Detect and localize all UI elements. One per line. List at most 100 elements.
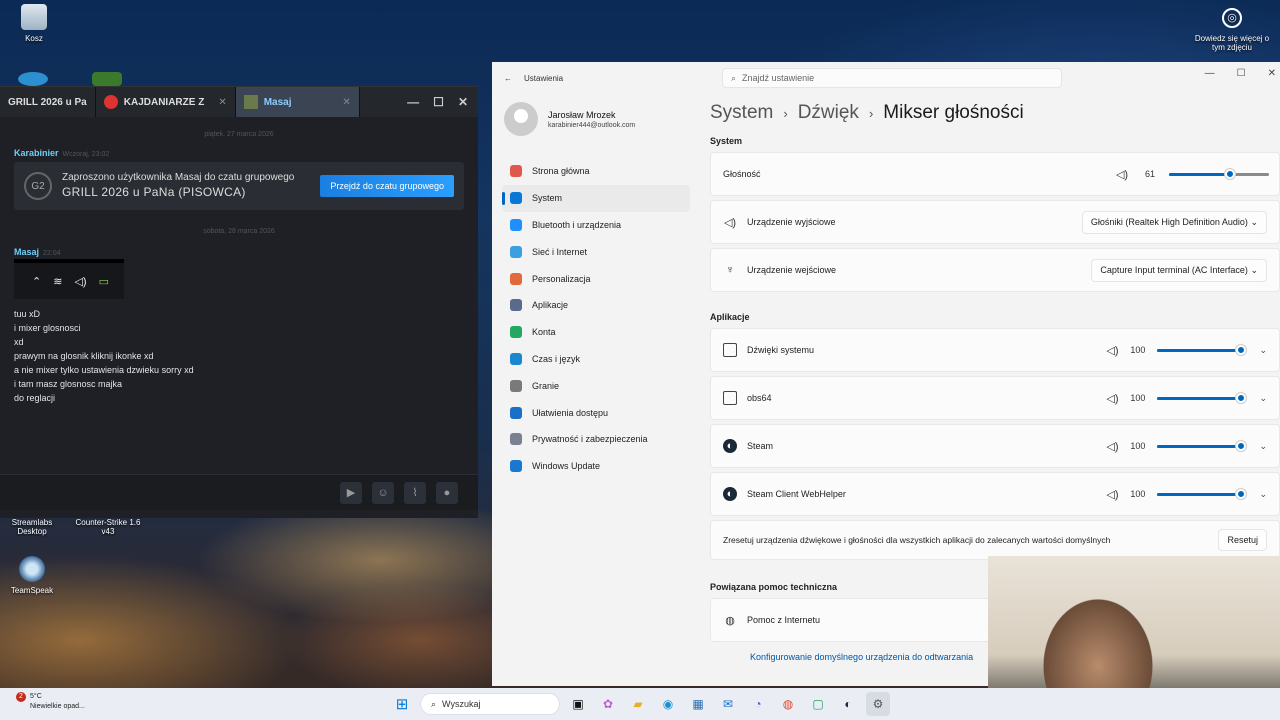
steam-icon[interactable]: ◐ [836,692,860,716]
breadcrumb-system[interactable]: System [710,102,773,124]
output-device-value: Głośniki (Realtek High Definition Audio) [1090,216,1248,227]
reset-row: Zresetuj urządzenia dźwiękowe i głośnośc… [710,520,1280,560]
settings-gear-icon[interactable]: ⚙ [866,692,890,716]
steam-icon: ◐ [723,487,737,501]
speaker-icon[interactable]: ◁) [1105,487,1119,501]
weather-temp: 5°C [30,693,42,700]
user-email: karabinier444@outlook.com [548,121,636,129]
app-volume-slider[interactable] [1157,344,1247,355]
screenshot-attachment[interactable]: ⌃ ≋ ◁) ▭ [14,259,124,299]
weather-widget[interactable]: 2 5°C Niewielkie opad... [12,692,85,712]
close-tab-icon[interactable]: ✕ [342,97,350,108]
input-device-value: Capture Input terminal (AC Interface) [1100,264,1248,275]
chevron-down-icon[interactable]: ⌄ [1259,345,1267,356]
group-avatar: G2 [24,172,52,200]
send-icon[interactable]: ▶ [340,481,362,504]
app-icon[interactable]: ▢ [806,692,830,716]
system-sounds-icon [723,343,737,357]
emoji-icon[interactable]: ☺ [372,481,394,504]
desktop-icon-label: Streamlabs Desktop [11,518,53,536]
chat-tab-masaj[interactable]: Masaj ✕ [235,87,360,117]
chat-input-bar[interactable]: ▶ ☺ ⌇ ● [0,474,478,510]
reset-text: Zresetuj urządzenia dźwiękowe i głośnośc… [723,535,1111,545]
date-separator: piątek, 27 marca 2026 [204,131,274,138]
file-explorer-icon[interactable]: ▰ [626,692,650,716]
network-icon [510,245,522,258]
learn-more-button[interactable]: ◎ Dowiedz się więcej o tym zdjęciu [1190,8,1274,52]
chat-tab-kajdaniarze[interactable]: KAJDANIARZE Z ✕ [96,87,236,117]
speaker-icon[interactable]: ◁) [1105,343,1119,357]
message-lines: tuu xD i mixer glosnosci xd prawym na gl… [0,307,478,405]
task-view-icon[interactable]: ▣ [566,692,590,716]
speaker-icon[interactable]: ◁) [1105,391,1119,405]
help-label: Pomoc z Internetu [747,615,821,625]
close-tab-icon[interactable]: ✕ [218,97,226,108]
start-icon[interactable]: ⊞ [390,692,414,716]
window-title: Ustawienia [524,73,564,83]
chevron-right-icon: › [783,105,788,121]
sidebar-item-system[interactable]: System [502,184,690,212]
sidebar-item-label: Konta [532,327,556,338]
mail-icon[interactable]: ✉ [716,692,740,716]
desktop-icon-partial[interactable] [18,72,48,86]
speaker-icon[interactable]: ◁) [1115,167,1129,181]
settings-search-input[interactable]: ⌕ Znajdź ustawienie [722,68,1062,88]
sidebar-item-granie[interactable]: Granie [502,372,690,399]
input-device-dropdown[interactable]: Capture Input terminal (AC Interface) ⌄ [1091,258,1267,282]
page-title: Mikser głośności [883,102,1024,123]
taskbar-search[interactable]: ⌕ Wyszukaj [420,693,560,715]
app-volume-slider[interactable] [1157,488,1247,499]
sidebar-item-ułatwienia-dostępu[interactable]: Ułatwienia dostępu [502,399,690,426]
go-to-group-chat-button[interactable]: Przejdź do czatu grupowego [320,175,454,197]
app-volume-row: ◐ Steam Client WebHelper ◁) 100 ⌄ [710,472,1280,516]
desktop-icon-teamspeak[interactable]: TeamSpeak [0,556,64,595]
back-arrow-icon[interactable]: ← [504,74,512,83]
app-volume-slider[interactable] [1157,392,1247,403]
sidebar-item-windows-update[interactable]: Windows Update [502,453,690,480]
voice-icon[interactable]: ● [436,481,458,504]
chevron-down-icon[interactable]: ⌄ [1259,441,1267,452]
desktop-icon-recycle-bin[interactable]: Kosz [2,4,66,43]
app-volume-slider[interactable] [1157,440,1247,451]
user-profile[interactable]: Jarosław Mrozek karabinier444@outlook.com [504,102,635,136]
sidebar-item-aplikacje[interactable]: Aplikacje [502,292,690,319]
sidebar-item-bluetooth-i-urządzenia[interactable]: Bluetooth i urządzenia [502,212,690,239]
message-line: do reglacji [14,393,56,403]
store-icon[interactable]: ▦ [686,692,710,716]
sidebar-item-konta[interactable]: Konta [502,319,690,346]
output-device-dropdown[interactable]: Głośniki (Realtek High Definition Audio)… [1081,210,1267,234]
apps-list: Dźwięki systemu ◁) 100 ⌄ obs64 ◁) 100 ⌄ ◐ Steam ◁)… [710,328,1280,516]
chat-tab-grill[interactable]: GRILL 2026 u Pa [0,87,96,117]
master-volume-slider[interactable] [1169,168,1269,179]
chevron-down-icon[interactable]: ⌄ [1259,489,1267,500]
copilot-icon[interactable]: ✿ [596,692,620,716]
maximize-icon[interactable]: ☐ [433,95,444,109]
search-icon: ⌕ [431,698,437,709]
desktop-icon-counter-strike[interactable]: Counter-Strike 1.6 v43 [74,518,142,536]
close-icon[interactable]: ✕ [458,95,468,109]
volume-value: 61 [1144,169,1155,179]
close-icon[interactable]: ✕ [1268,68,1276,79]
desktop-icon-streamlabs[interactable]: Streamlabs Desktop [0,518,64,536]
breadcrumb-sound[interactable]: Dźwięk [798,102,859,124]
sidebar-item-prywatność-i-zabezpieczenia[interactable]: Prywatność i zabezpieczenia [502,426,690,453]
minimize-icon[interactable]: — [1205,68,1215,79]
sidebar-item-sieć-i-internet[interactable]: Sieć i Internet [502,238,690,265]
notification-badge: 2 [16,692,26,702]
sidebar-item-personalizacja[interactable]: Personalizacja [502,265,690,292]
weather-desc: Niewielkie opad... [30,703,85,710]
chevron-down-icon: ⌄ [1250,216,1258,227]
messenger-icon[interactable]: ◔ [746,692,770,716]
speaker-icon[interactable]: ◁) [1105,439,1119,453]
sidebar-item-czas-i-język[interactable]: Czas i język [502,346,690,373]
attachment-icon[interactable]: ⌇ [404,481,426,504]
search-icon: ⌕ [731,72,737,83]
chrome-icon[interactable]: ◍ [776,692,800,716]
reset-button[interactable]: Resetuj [1218,529,1267,551]
minimize-icon[interactable]: — [407,95,419,109]
sidebar-item-strona-główna[interactable]: Strona główna [502,158,690,185]
edge-icon[interactable]: ◉ [656,692,680,716]
chevron-down-icon[interactable]: ⌄ [1259,393,1267,404]
maximize-icon[interactable]: ☐ [1237,68,1246,79]
desktop-icon-partial-2[interactable] [92,72,122,86]
